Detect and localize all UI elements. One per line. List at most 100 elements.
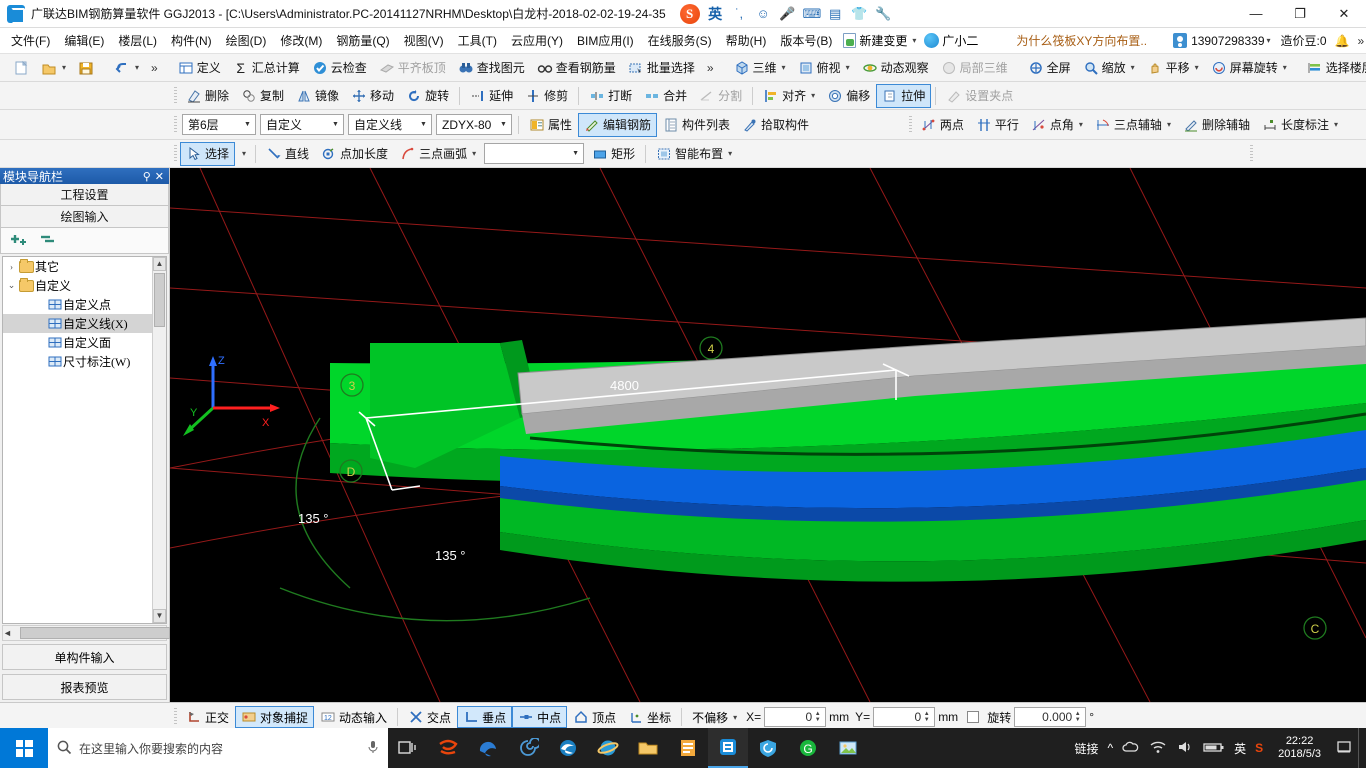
pin-icon[interactable]: ⚲ (141, 170, 153, 183)
arc-chevron-down-icon[interactable]: ▾ (472, 149, 476, 158)
keyboard-icon[interactable]: ⌨ (803, 6, 822, 22)
draw-mode-select[interactable]: ▼ (484, 143, 585, 164)
drawing-input-button[interactable]: 绘图输入 (0, 206, 169, 228)
tree-item[interactable]: ⌄ 自定义 (3, 276, 152, 295)
maximize-button[interactable]: ❐ (1278, 0, 1322, 28)
tree-hscroll-thumb[interactable] (19, 627, 170, 639)
promo-link[interactable]: 为什么筏板XY方向布置.. (1016, 32, 1147, 49)
component-toolbar-grip[interactable] (174, 115, 177, 134)
component-select[interactable]: ZDYX-80 ▼ (436, 114, 512, 135)
length-dimension-chevron-down-icon[interactable]: ▾ (1334, 120, 1338, 129)
add-icon[interactable] (9, 232, 29, 249)
start-button[interactable] (0, 728, 48, 768)
battery-icon[interactable] (1203, 740, 1225, 757)
three-d-viewport[interactable]: 4800 4 3 D C 135 ° 135 ° Z Y X (170, 168, 1366, 702)
chevron-right-icon[interactable]: › (5, 262, 18, 272)
tree-item[interactable]: 自定义面 (3, 333, 152, 352)
type-select[interactable]: 自定义线 ▼ (348, 114, 432, 135)
taskbar-app-360[interactable] (748, 728, 788, 768)
menu-help[interactable]: 帮助(H) (719, 29, 774, 52)
notification-icon[interactable] (1336, 740, 1352, 757)
rotate-button[interactable]: 旋转 (400, 84, 455, 108)
menu-floor[interactable]: 楼层(L) (111, 29, 164, 52)
delete-aux-axis-button[interactable]: 删除辅轴 (1177, 113, 1256, 137)
tree-horizontal-scrollbar[interactable]: ◄ ► (2, 625, 179, 641)
select-tool-chevron-down-icon[interactable]: ▾ (237, 149, 251, 158)
report-preview-button[interactable]: 报表预览 (2, 674, 167, 700)
screen-rotate-button[interactable]: 屏幕旋转 ▾ (1205, 56, 1293, 80)
show-desktop-button[interactable] (1358, 728, 1366, 768)
taskbar-app-edge-old[interactable] (468, 728, 508, 768)
menu-draw[interactable]: 绘图(D) (219, 29, 274, 52)
taskbar-app-sogou[interactable] (428, 728, 468, 768)
three-point-aux-axis-button[interactable]: 三点辅轴 ▾ (1089, 113, 1177, 137)
menu-file[interactable]: 文件(F) (4, 29, 57, 52)
menu-version[interactable]: 版本号(B) (773, 29, 839, 52)
tree-item[interactable]: 自定义点 (3, 295, 152, 314)
undo-button[interactable]: ▾ (108, 56, 145, 80)
taskbar-app-picture[interactable] (828, 728, 868, 768)
tree-vertical-scrollbar[interactable]: ▲ ▼ (152, 257, 166, 623)
tray-ime-lang[interactable]: 英 (1234, 740, 1246, 757)
menu-online-service[interactable]: 在线服务(S) (641, 29, 719, 52)
chevron-down-icon[interactable]: ▾ (912, 36, 916, 45)
pick-component-button[interactable]: 拾取构件 (736, 113, 815, 137)
y-input[interactable]: 0 ▲ ▼ (873, 707, 936, 727)
find-element-button[interactable]: 查找图元 (452, 56, 531, 80)
open-chevron-down-icon[interactable]: ▾ (62, 63, 66, 72)
split-button[interactable]: 分割 (693, 84, 748, 108)
coordinate-snap-toggle[interactable]: 坐标 (622, 706, 677, 728)
copy-button[interactable]: 复制 (235, 84, 290, 108)
search-input[interactable]: 在这里输入你要搜索的内容 (48, 728, 388, 768)
summary-calc-button[interactable]: Σ 汇总计算 (227, 56, 306, 80)
draw-toolbar-grip[interactable] (174, 144, 177, 163)
menu-tools[interactable]: 工具(T) (451, 29, 504, 52)
new-file-button[interactable] (7, 56, 35, 80)
move-button[interactable]: 移动 (345, 84, 400, 108)
pan-button[interactable]: 平移 ▾ (1141, 56, 1205, 80)
taskbar-app-spiral[interactable] (508, 728, 548, 768)
y-spinner[interactable]: ▲ ▼ (921, 708, 932, 726)
task-view-icon[interactable] (388, 728, 428, 768)
modify-toolbar-grip[interactable] (174, 86, 177, 105)
three-d-button[interactable]: 三维 ▾ (728, 56, 792, 80)
project-settings-button[interactable]: 工程设置 (0, 184, 169, 206)
parallel-button[interactable]: 平行 (970, 113, 1025, 137)
set-grip-button[interactable]: 设置夹点 (940, 84, 1019, 108)
tree-item[interactable]: 自定义线(X) (3, 314, 152, 333)
component-select-chevron-down-icon[interactable]: ▼ (496, 115, 511, 134)
zoom-chevron-down-icon[interactable]: ▾ (1131, 63, 1135, 72)
floor-select[interactable]: 第6层 ▼ (182, 114, 256, 135)
dynamic-observe-button[interactable]: 动态观察 (856, 56, 935, 80)
menu-edit[interactable]: 编辑(E) (57, 29, 111, 52)
cloud-icon[interactable] (1122, 740, 1140, 757)
tree-hscroll-left-button[interactable]: ◄ (3, 628, 12, 638)
offset-mode-chevron-down-icon[interactable]: ▾ (733, 713, 737, 722)
category-select-chevron-down-icon[interactable]: ▼ (328, 115, 343, 134)
define-button[interactable]: 定义 (172, 56, 227, 80)
smart-layout-chevron-down-icon[interactable]: ▾ (728, 149, 732, 158)
cortana-mic-icon[interactable] (366, 739, 380, 758)
close-icon[interactable]: ✕ (153, 170, 166, 183)
taskbar-app-ie[interactable] (588, 728, 628, 768)
toolbar1-mid-overflow-icon[interactable]: » (707, 61, 714, 75)
mirror-button[interactable]: 镜像 (290, 84, 345, 108)
chevron-down-icon[interactable]: ⌄ (5, 280, 18, 291)
tray-sogou-icon[interactable]: S (1255, 741, 1263, 755)
two-point-button[interactable]: 两点 (915, 113, 970, 137)
new-change-button[interactable]: 新建变更 ▾ (839, 30, 920, 51)
dynamic-input-toggle[interactable]: 12 动态输入 (314, 706, 393, 728)
menu-cloud-app[interactable]: 云应用(Y) (504, 29, 570, 52)
type-select-chevron-down-icon[interactable]: ▼ (416, 115, 431, 134)
cloud-check-button[interactable]: 云检查 (306, 56, 373, 80)
punctuation-icon[interactable]: ˙, (731, 6, 748, 21)
ime-lang-indicator[interactable]: 英 (707, 4, 724, 24)
draw-toolbar-grip-right[interactable] (1250, 144, 1253, 163)
offset-mode-select[interactable]: 不偏移 ▾ (686, 706, 743, 728)
save-button[interactable] (72, 56, 100, 80)
minimize-button[interactable]: — (1234, 0, 1278, 28)
merge-button[interactable]: 合并 (638, 84, 693, 108)
line-tool-button[interactable]: 直线 (260, 142, 315, 166)
taskbar-app-ggj[interactable] (708, 728, 748, 768)
local-3d-button[interactable]: 局部三维 (935, 56, 1014, 80)
